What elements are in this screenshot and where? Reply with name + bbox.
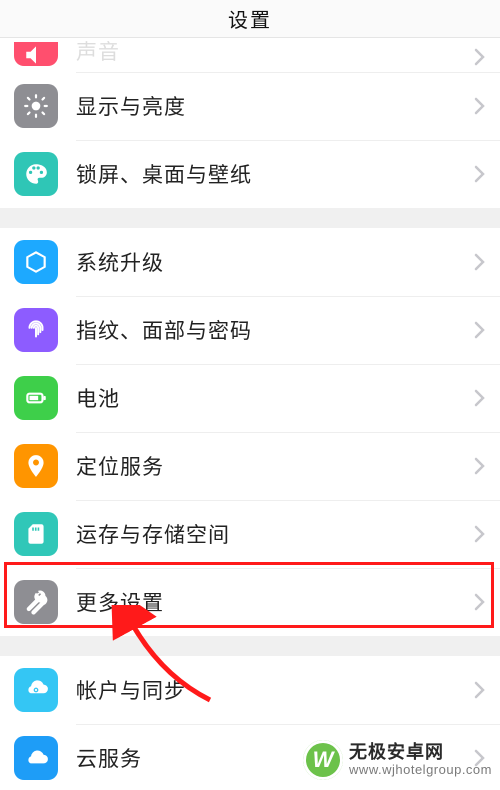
palette-icon (14, 152, 58, 196)
chevron-right-icon (474, 253, 486, 271)
row-location[interactable]: 定位服务 (0, 432, 500, 500)
row-biometric[interactable]: 指纹、面部与密码 (0, 296, 500, 364)
wrench-icon (14, 580, 58, 624)
settings-group-2: 系统升级 指纹、面部与密码 电池 (0, 228, 500, 636)
sound-icon (14, 42, 58, 66)
cloud-icon (14, 736, 58, 780)
header-bar: 设置 (0, 0, 500, 38)
chevron-right-icon (474, 681, 486, 699)
row-label: 运存与存储空间 (76, 519, 474, 549)
row-display[interactable]: 显示与亮度 (0, 72, 500, 140)
watermark-text: 无极安卓网 www.wjhotelgroup.com (349, 743, 492, 777)
watermark-url: www.wjhotelgroup.com (349, 763, 492, 777)
watermark-brand: 无极安卓网 (349, 743, 492, 763)
watermark-logo-text: W (313, 747, 334, 773)
row-storage[interactable]: 运存与存储空间 (0, 500, 500, 568)
row-label: 定位服务 (76, 451, 474, 481)
section-gap (0, 208, 500, 228)
row-label: 锁屏、桌面与壁纸 (76, 159, 474, 189)
settings-screen: 设置 声音 显示与亮度 锁屏、桌面与壁纸 (0, 0, 500, 790)
brightness-icon (14, 84, 58, 128)
chevron-right-icon (474, 593, 486, 611)
location-pin-icon (14, 444, 58, 488)
row-sound[interactable]: 声音 (0, 38, 500, 72)
watermark-logo: W (303, 740, 343, 780)
chevron-right-icon (474, 457, 486, 475)
row-label: 帐户与同步 (76, 675, 474, 705)
cloud-sync-icon (14, 668, 58, 712)
row-label: 声音 (76, 36, 474, 66)
sd-card-icon (14, 512, 58, 556)
chevron-right-icon (474, 525, 486, 543)
section-gap (0, 636, 500, 656)
cube-icon (14, 240, 58, 284)
row-label: 电池 (76, 383, 474, 413)
row-wallpaper[interactable]: 锁屏、桌面与壁纸 (0, 140, 500, 208)
battery-icon (14, 376, 58, 420)
fingerprint-icon (14, 308, 58, 352)
row-more-settings[interactable]: 更多设置 (0, 568, 500, 636)
chevron-right-icon (474, 165, 486, 183)
row-label: 指纹、面部与密码 (76, 315, 474, 345)
chevron-right-icon (474, 97, 486, 115)
chevron-right-icon (474, 321, 486, 339)
watermark: W 无极安卓网 www.wjhotelgroup.com (303, 740, 492, 780)
row-label: 更多设置 (76, 587, 474, 617)
row-system-update[interactable]: 系统升级 (0, 228, 500, 296)
row-label: 系统升级 (76, 247, 474, 277)
settings-group-1: 声音 显示与亮度 锁屏、桌面与壁纸 (0, 38, 500, 208)
page-title: 设置 (228, 4, 272, 33)
row-label: 显示与亮度 (76, 91, 474, 121)
chevron-right-icon (474, 48, 486, 66)
chevron-right-icon (474, 389, 486, 407)
row-battery[interactable]: 电池 (0, 364, 500, 432)
row-account-sync[interactable]: 帐户与同步 (0, 656, 500, 724)
